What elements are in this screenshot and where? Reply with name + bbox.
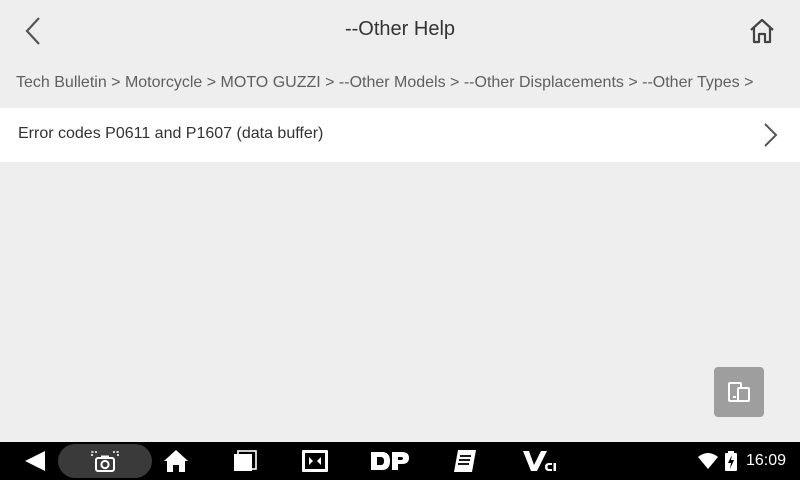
page-title: --Other Help (344, 18, 456, 40)
nav-back-button[interactable] (18, 442, 52, 480)
home-icon (750, 18, 774, 44)
nav-manual-button[interactable] (450, 442, 480, 480)
nav-home-button[interactable] (160, 442, 192, 480)
status-area: 16:09 (697, 442, 786, 480)
nav-recent-apps-button[interactable] (229, 442, 261, 480)
breadcrumb: Tech Bulletin > Motorcycle > MOTO GUZZI … (16, 74, 754, 91)
device-switch-icon (728, 382, 750, 402)
display-icon (302, 450, 328, 472)
list-item-label: Error codes P0611 and P1607 (data buffer… (18, 125, 324, 142)
manual-icon (454, 450, 476, 472)
system-navbar: 16:09 (0, 442, 800, 480)
app-window: --Other Help Tech Bulletin > Motorcycle … (0, 0, 800, 480)
bulletin-list: Error codes P0611 and P1607 (data buffer… (0, 108, 800, 162)
device-switch-button[interactable] (714, 367, 764, 417)
home-button[interactable] (742, 12, 782, 50)
recent-apps-icon (234, 450, 257, 471)
screenshot-button[interactable] (58, 444, 152, 478)
nav-dp-button[interactable] (367, 442, 413, 480)
home-icon (164, 450, 188, 472)
vci-icon (523, 451, 556, 471)
nav-display-button[interactable] (299, 442, 331, 480)
chevron-right-icon (764, 123, 778, 147)
back-triangle-icon (25, 451, 45, 471)
dp-icon (371, 452, 409, 470)
nav-vci-button[interactable] (520, 442, 560, 480)
wifi-icon (697, 453, 718, 469)
list-item[interactable]: Error codes P0611 and P1607 (data buffer… (0, 108, 800, 162)
screenshot-icon (91, 451, 119, 472)
header-bar: --Other Help (0, 0, 800, 62)
status-clock: 16:09 (745, 452, 786, 469)
battery-charging-icon (724, 451, 737, 471)
